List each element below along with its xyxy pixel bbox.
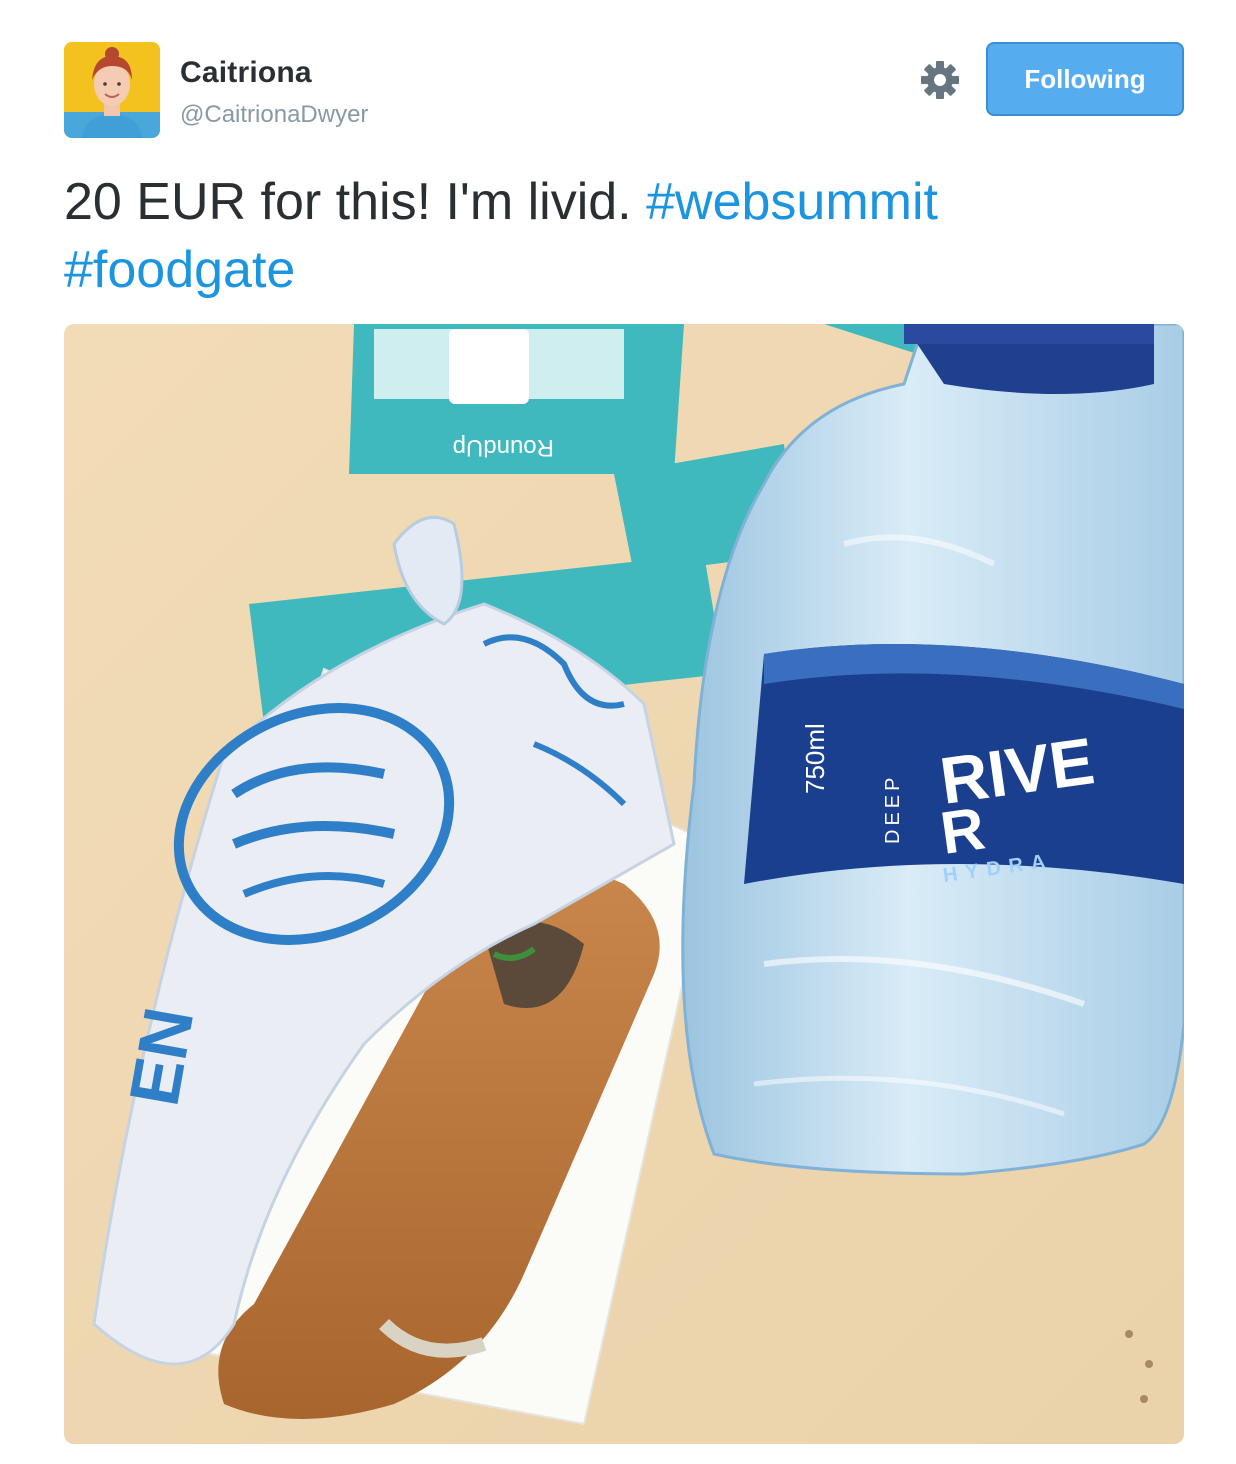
bottle-volume: 750ml: [800, 723, 830, 794]
hashtag-foodgate[interactable]: #foodgate: [64, 241, 295, 299]
user-handle[interactable]: @CaitrionaDwyer: [180, 101, 368, 129]
display-name[interactable]: Caitriona: [180, 56, 312, 90]
tweet-card: Caitriona @CaitrionaDwyer Following 20 E…: [0, 0, 1236, 1464]
photo-illustration: RoundUp EN RIVE R HYDRA DEEP 750ml: [64, 324, 1184, 1444]
profile-photo: [64, 42, 160, 138]
tweet-body: 20 EUR for this! I'm livid.: [64, 173, 632, 231]
wrapper-text: EN: [115, 1002, 209, 1111]
bottle-deep: DEEP: [882, 774, 904, 844]
avatar[interactable]: [64, 42, 160, 138]
tweet-photo[interactable]: RoundUp EN RIVE R HYDRA DEEP 750ml: [64, 324, 1184, 1444]
flyer: RoundUp: [349, 324, 684, 474]
gear-icon[interactable]: [918, 58, 962, 102]
following-button[interactable]: Following: [986, 42, 1184, 116]
bottle-brand-2: R: [936, 794, 988, 866]
tweet-text: 20 EUR for this! I'm livid. #websummit #…: [64, 168, 1184, 304]
flyer-text: RoundUp: [453, 434, 554, 461]
hashtag-websummit[interactable]: #websummit: [646, 173, 938, 231]
